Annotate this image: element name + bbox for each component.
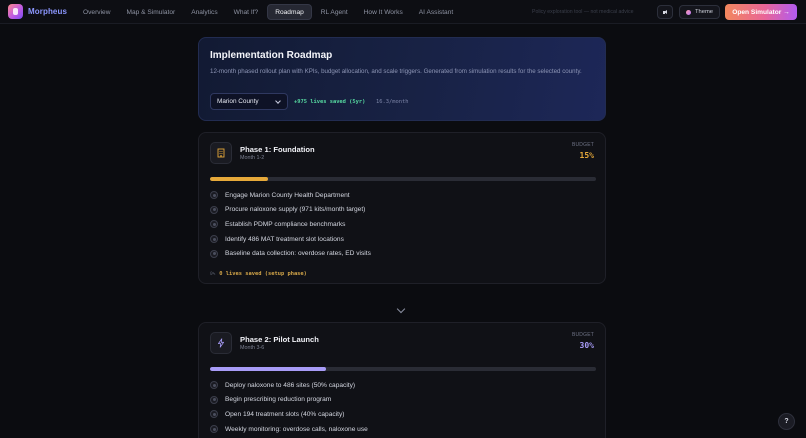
nav-analytics[interactable]: Analytics	[184, 4, 224, 20]
nav-map-simulator[interactable]: Map & Simulator	[119, 4, 182, 20]
nav-ai-assistant[interactable]: AI Assistant	[412, 4, 460, 20]
page-description: 12-month phased rollout plan with KPIs, …	[210, 68, 582, 75]
task-label: Establish PDMP compliance benchmarks	[225, 220, 346, 228]
checkbox-icon[interactable]	[210, 395, 218, 404]
phase-progress-bar	[210, 177, 596, 181]
nav-how-it-works[interactable]: How It Works	[357, 4, 410, 20]
open-simulator-button[interactable]: Open Simulator →	[725, 4, 797, 20]
checkbox-icon[interactable]	[210, 249, 218, 258]
theme-label: Theme	[694, 9, 714, 15]
help-button[interactable]: ?	[778, 413, 795, 430]
checkbox-icon[interactable]	[210, 191, 218, 200]
task-item[interactable]: Procure naloxone supply (971 kits/month …	[210, 203, 596, 218]
nav-roadmap[interactable]: Roadmap	[267, 4, 312, 20]
logo-icon[interactable]	[8, 4, 23, 19]
task-label: Deploy naloxone to 486 sites (50% capaci…	[225, 381, 356, 389]
lives-per-month: 16.3/month	[376, 99, 409, 105]
phase-progress-fill	[210, 367, 326, 371]
task-label: Engage Marion County Health Department	[225, 191, 350, 199]
task-item[interactable]: Establish PDMP compliance benchmarks	[210, 217, 596, 232]
chevron-down-icon	[396, 304, 406, 314]
task-item[interactable]: Weekly monitoring: overdose calls, nalox…	[210, 422, 596, 437]
task-list: Deploy naloxone to 486 sites (50% capaci…	[210, 378, 596, 436]
budget-label: BUDGET	[571, 332, 594, 338]
phase-progress-fill	[210, 177, 268, 181]
nav-overview[interactable]: Overview	[76, 4, 117, 20]
phase-card-foundation: Phase 1: Foundation Month 1-2 BUDGET 15%…	[198, 132, 606, 284]
theme-button[interactable]: Theme	[679, 5, 720, 19]
lives-saved-summary: +975 lives saved (5yr)	[294, 99, 366, 105]
phase-title: Phase 1: Foundation	[240, 145, 315, 154]
task-label: Identify 486 MAT treatment slot location…	[225, 235, 344, 243]
phase-period: Month 1-2	[240, 155, 265, 161]
phase-period: Month 3-6	[240, 345, 265, 351]
phase-progress-bar	[210, 367, 596, 371]
budget-label: BUDGET	[571, 142, 594, 148]
checkbox-icon[interactable]	[210, 205, 218, 214]
disclaimer-text: Policy exploration tool — not medical ad…	[532, 9, 634, 15]
task-item[interactable]: Open 194 treatment slots (40% capacity)	[210, 407, 596, 422]
footer-percent: 0%	[210, 271, 216, 277]
task-label: Baseline data collection: overdose rates…	[225, 250, 371, 258]
task-item[interactable]: Engage Marion County Health Department	[210, 188, 596, 203]
page-title: Implementation Roadmap	[210, 50, 333, 61]
budget-value: 15%	[579, 151, 594, 160]
speaker-icon	[662, 9, 668, 15]
task-item[interactable]: Baseline data collection: overdose rates…	[210, 246, 596, 261]
checkbox-icon[interactable]	[210, 220, 218, 229]
phase-card-pilot-launch: Phase 2: Pilot Launch Month 3-6 BUDGET 3…	[198, 322, 606, 438]
phase-title: Phase 2: Pilot Launch	[240, 335, 319, 344]
building-icon	[210, 142, 232, 164]
brand-name[interactable]: Morpheus	[28, 7, 67, 16]
county-select[interactable]: Marion County	[210, 93, 288, 110]
lightning-icon	[210, 332, 232, 354]
task-label: Weekly monitoring: overdose calls, nalox…	[225, 425, 368, 433]
task-label: Open 194 treatment slots (40% capacity)	[225, 410, 345, 418]
palette-icon	[685, 9, 691, 15]
roadmap-header-card: Implementation Roadmap 12-month phased r…	[198, 37, 606, 121]
budget-value: 30%	[579, 341, 594, 350]
task-item[interactable]: Deploy naloxone to 486 sites (50% capaci…	[210, 378, 596, 393]
task-label: Procure naloxone supply (971 kits/month …	[225, 206, 366, 214]
task-label: Begin prescribing reduction program	[225, 396, 332, 404]
footer-lives-saved: 0 lives saved (setup phase)	[219, 271, 307, 277]
sound-toggle-button[interactable]	[657, 5, 673, 19]
nav-what-if[interactable]: What If?	[227, 4, 266, 20]
nav-rl-agent[interactable]: RL Agent	[314, 4, 355, 20]
task-item[interactable]: Begin prescribing reduction program	[210, 393, 596, 408]
task-item[interactable]: Identify 486 MAT treatment slot location…	[210, 232, 596, 247]
chevron-down-icon	[275, 98, 281, 104]
checkbox-icon[interactable]	[210, 410, 218, 419]
county-select-value: Marion County	[217, 98, 259, 105]
checkbox-icon[interactable]	[210, 381, 218, 390]
phase-footer: 0% 0 lives saved (setup phase)	[210, 271, 307, 277]
nav-links: Overview Map & Simulator Analytics What …	[76, 4, 462, 20]
task-list: Engage Marion County Health Department P…	[210, 188, 596, 261]
top-nav: Morpheus Overview Map & Simulator Analyt…	[0, 0, 806, 24]
checkbox-icon[interactable]	[210, 235, 218, 244]
checkbox-icon[interactable]	[210, 425, 218, 434]
